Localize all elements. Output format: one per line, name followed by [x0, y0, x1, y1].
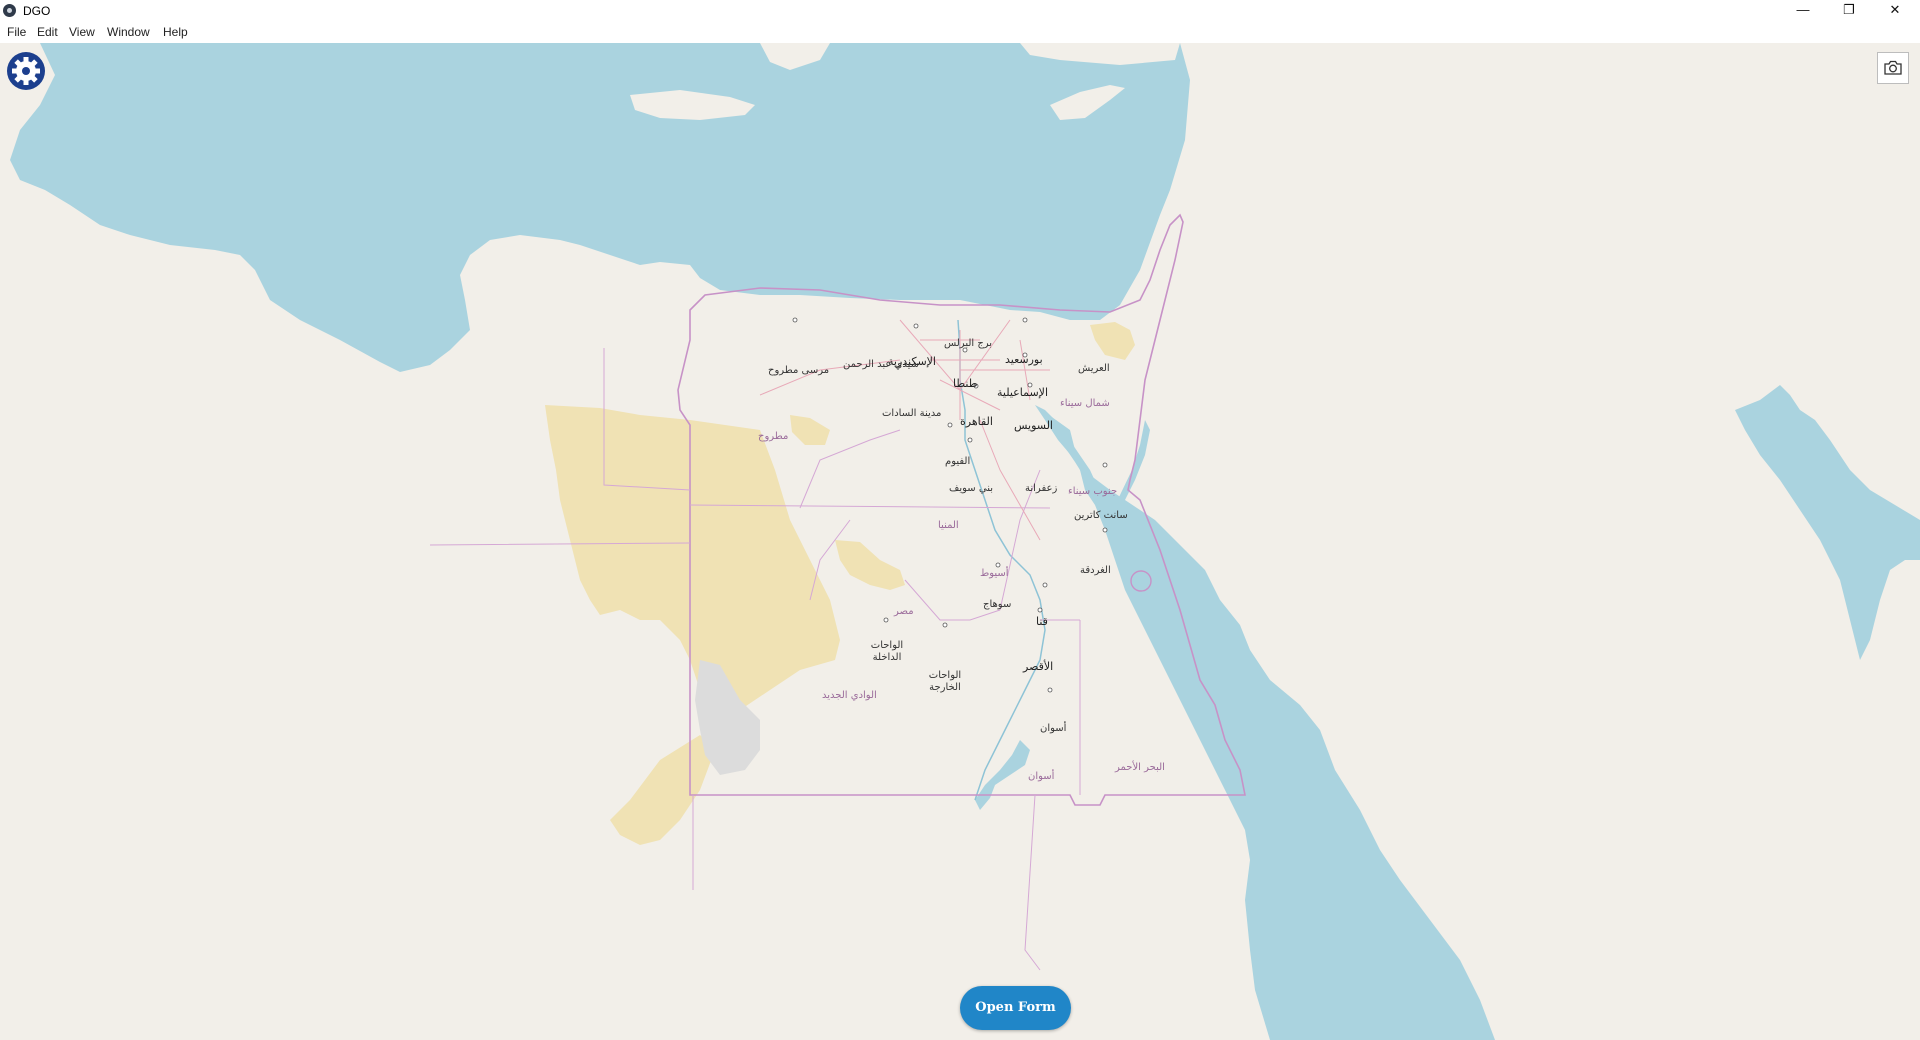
sand-patch-qattara — [790, 415, 830, 445]
map-label-south-sinai: جنوب سيناء — [1068, 486, 1118, 497]
fayoum-marker — [947, 422, 953, 428]
map-label-marsa-matrouh: مرسى مطروح — [768, 365, 830, 376]
window-title: DGO — [23, 4, 51, 18]
map-label-sadat-city: مدينة السادات — [882, 408, 942, 419]
screenshot-button[interactable] — [1877, 52, 1909, 84]
map-view[interactable]: بورسعيد برج البرلس العريش الإسكندرية سيد… — [0, 43, 1920, 1040]
matrouh-marker — [792, 317, 798, 323]
map-label-minya: المنيا — [938, 520, 959, 531]
sand-patch-kharga — [835, 540, 905, 590]
map-label-port-said: بورسعيد — [1005, 353, 1043, 366]
map-label-qena: قنا — [1036, 615, 1048, 628]
beni-suef-marker — [967, 437, 973, 443]
map-label-ismailia: الإسماعيلية — [997, 386, 1048, 399]
menu-help[interactable]: Help — [163, 25, 188, 39]
map-label-beni-suef: بني سويف — [949, 483, 993, 494]
qena-marker — [1042, 582, 1048, 588]
map-label-matrouh-gov: مطروح — [758, 431, 789, 442]
persian-gulf — [1735, 385, 1920, 660]
mediterranean-sea — [10, 43, 1190, 372]
map-base — [10, 43, 1920, 1040]
settings-button[interactable] — [6, 51, 46, 91]
sand-patch-sinai — [1090, 322, 1135, 360]
map-label-aswan-city: أسوان — [1040, 723, 1067, 734]
close-button[interactable]: ✕ — [1872, 0, 1918, 21]
maximize-button[interactable]: ❐ — [1826, 0, 1872, 21]
camera-icon — [1884, 60, 1902, 75]
menu-bar: File Edit View Window Help — [0, 21, 1920, 43]
gulf-of-aqaba — [1115, 420, 1150, 505]
open-form-button[interactable]: Open Form — [960, 986, 1071, 1030]
map-label-suez: السويس — [1014, 419, 1053, 432]
map-label-assiut: أسيوط — [980, 568, 1009, 579]
map-label-red-sea-gov: البحر الأحمر — [1115, 762, 1165, 773]
minimize-button[interactable]: — — [1780, 0, 1826, 21]
map-label-saint-catherine: سانت كاترين — [1074, 510, 1128, 521]
great-sand-sea — [545, 405, 840, 710]
sohag-marker — [995, 562, 1001, 568]
menu-edit[interactable]: Edit — [37, 25, 58, 39]
map-label-arish: العريش — [1078, 363, 1110, 374]
menu-window[interactable]: Window — [107, 25, 150, 39]
map-label-burullus: برج البرلس — [944, 338, 993, 349]
kharga-marker — [942, 622, 948, 628]
map-label-dakhla: الواحات الداخلة — [870, 640, 904, 663]
luxor-marker — [1037, 607, 1043, 613]
port-said-marker — [1022, 317, 1028, 323]
map-label-new-valley: الوادي الجديد — [822, 690, 877, 701]
city-markers — [792, 317, 1108, 693]
map-label-north-sinai: شمال سيناء — [1060, 398, 1110, 409]
sand-patch-south — [610, 735, 715, 845]
hurghada-marker — [1102, 527, 1108, 533]
map-label-kharga: الواحات الخارجة — [928, 670, 962, 693]
map-label-hurghada: الغردقة — [1080, 565, 1111, 576]
map-label-tanta: طنطا — [953, 377, 978, 390]
menu-file[interactable]: File — [7, 25, 26, 39]
aswan-marker — [1047, 687, 1053, 693]
menu-view[interactable]: View — [69, 25, 95, 39]
map-label-egypt: مصر — [894, 606, 914, 617]
map-label-sohag: سوهاج — [983, 599, 1012, 610]
app-logo-icon — [3, 4, 16, 17]
red-sea — [1035, 405, 1495, 1040]
alexandria-marker — [913, 323, 919, 329]
saint-catherine-marker — [1102, 462, 1108, 468]
map-label-zafarana: زعفرانة — [1025, 483, 1058, 494]
map-label-cairo: القاهرة — [960, 415, 993, 428]
map-label-luxor: الأقصر — [1023, 660, 1054, 673]
title-bar: DGO — ❐ ✕ — [0, 0, 1920, 21]
map-label-aswan-gov: أسوان — [1028, 771, 1055, 782]
map-label-fayoum: الفيوم — [945, 456, 971, 467]
map-label-sidi-abdel-rahman: سيدي عبد الرحمن — [843, 359, 919, 370]
dakhla-marker — [883, 617, 889, 623]
gear-icon — [7, 52, 45, 90]
